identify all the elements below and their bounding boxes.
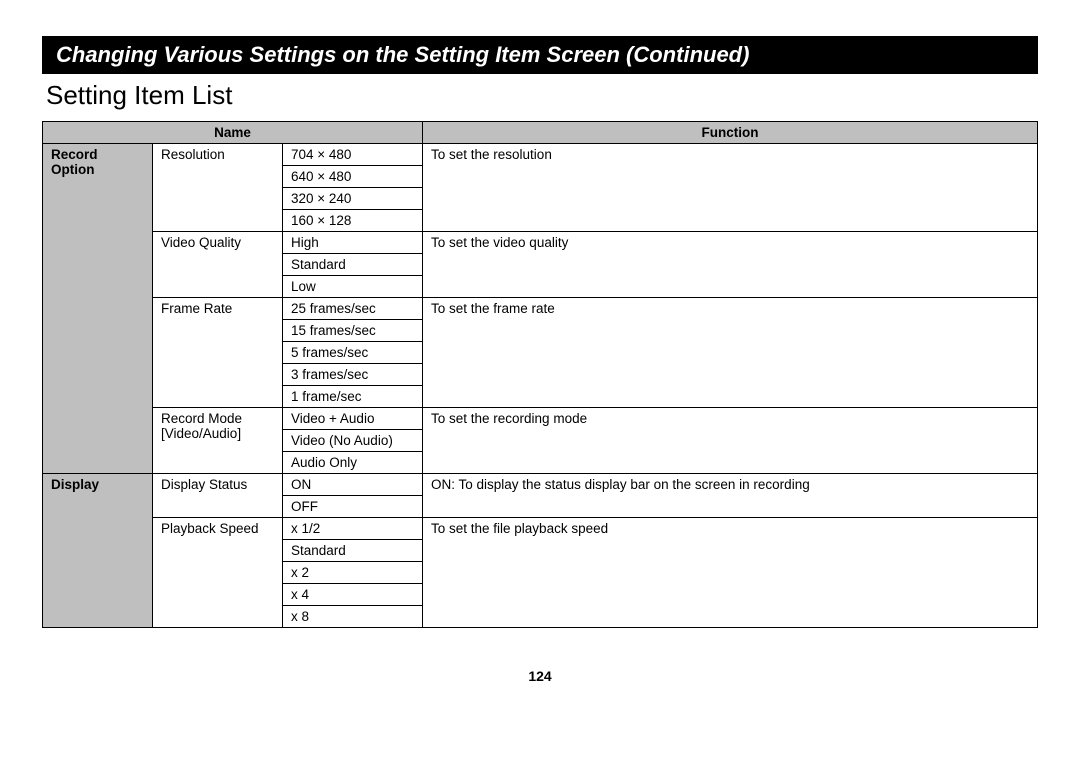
option-cell: 1 frame/sec xyxy=(283,386,423,408)
option-cell: 25 frames/sec xyxy=(283,298,423,320)
record-mode-label-1: Record Mode xyxy=(161,411,274,426)
table-row: Frame Rate 25 frames/sec To set the fram… xyxy=(43,298,1038,320)
option-cell: 320 × 240 xyxy=(283,188,423,210)
option-cell: OFF xyxy=(283,496,423,518)
function-frame-rate: To set the frame rate xyxy=(423,298,1038,408)
option-cell: Audio Only xyxy=(283,452,423,474)
option-cell: 3 frames/sec xyxy=(283,364,423,386)
setting-name-record-mode: Record Mode [Video/Audio] xyxy=(153,408,283,474)
category-record-option: Record Option xyxy=(43,144,153,474)
document-page: Changing Various Settings on the Setting… xyxy=(0,0,1080,704)
option-cell: High xyxy=(283,232,423,254)
setting-name-playback-speed: Playback Speed xyxy=(153,518,283,628)
table-row: Record Mode [Video/Audio] Video + Audio … xyxy=(43,408,1038,430)
function-display-status: ON: To display the status display bar on… xyxy=(423,474,1038,518)
table-row: Record Option Resolution 704 × 480 To se… xyxy=(43,144,1038,166)
function-record-mode: To set the recording mode xyxy=(423,408,1038,474)
section-subtitle: Setting Item List xyxy=(46,80,1038,111)
function-resolution: To set the resolution xyxy=(423,144,1038,232)
option-cell: Video + Audio xyxy=(283,408,423,430)
table-row: Video Quality High To set the video qual… xyxy=(43,232,1038,254)
category-display: Display xyxy=(43,474,153,628)
header-function: Function xyxy=(423,122,1038,144)
option-cell: x 2 xyxy=(283,562,423,584)
header-name: Name xyxy=(43,122,423,144)
option-cell: ON xyxy=(283,474,423,496)
option-cell: 5 frames/sec xyxy=(283,342,423,364)
setting-name-video-quality: Video Quality xyxy=(153,232,283,298)
record-mode-label-2: [Video/Audio] xyxy=(161,426,274,441)
setting-name-frame-rate: Frame Rate xyxy=(153,298,283,408)
option-cell: x 4 xyxy=(283,584,423,606)
option-cell: Video (No Audio) xyxy=(283,430,423,452)
setting-name-resolution: Resolution xyxy=(153,144,283,232)
option-cell: Standard xyxy=(283,540,423,562)
option-cell: Standard xyxy=(283,254,423,276)
option-cell: Low xyxy=(283,276,423,298)
setting-name-display-status: Display Status xyxy=(153,474,283,518)
option-cell: x 8 xyxy=(283,606,423,628)
banner-title: Changing Various Settings on the Setting… xyxy=(42,36,1038,74)
setting-item-table: Name Function Record Option Resolution 7… xyxy=(42,121,1038,628)
function-playback-speed: To set the file playback speed xyxy=(423,518,1038,628)
option-cell: 160 × 128 xyxy=(283,210,423,232)
page-number: 124 xyxy=(42,668,1038,684)
option-cell: 704 × 480 xyxy=(283,144,423,166)
table-row: Playback Speed x 1/2 To set the file pla… xyxy=(43,518,1038,540)
option-cell: 640 × 480 xyxy=(283,166,423,188)
option-cell: 15 frames/sec xyxy=(283,320,423,342)
table-row: Display Display Status ON ON: To display… xyxy=(43,474,1038,496)
function-video-quality: To set the video quality xyxy=(423,232,1038,298)
option-cell: x 1/2 xyxy=(283,518,423,540)
